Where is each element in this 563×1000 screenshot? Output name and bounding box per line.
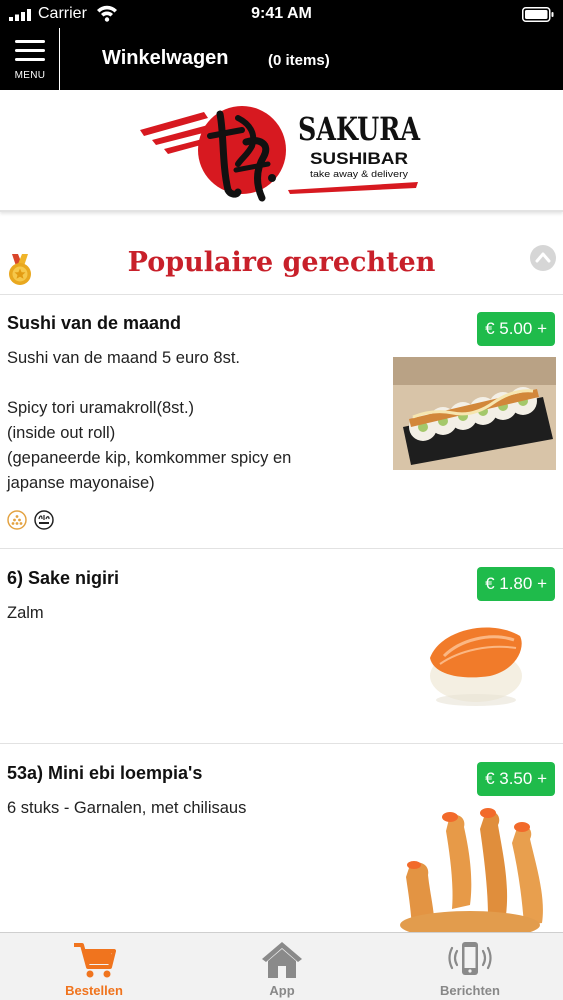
dish-card[interactable]: 6) Sake nigiri € 1.80 + Zalm: [0, 550, 563, 744]
bottom-tab-bar: Bestellen App Berichten: [0, 932, 563, 1000]
dish-description: Zalm: [7, 604, 44, 622]
dish-name: 6) Sake nigiri: [7, 568, 120, 588]
dish-card[interactable]: Sushi van de maand € 5.00 + Sushi van de…: [0, 295, 563, 549]
tab-label: Bestellen: [65, 983, 123, 998]
logo-name: SAKURA: [298, 110, 421, 148]
sakura-logo: SAKURA SUSHIBAR take away & delivery: [140, 106, 421, 202]
logo-sub: SUSHIBAR: [310, 149, 408, 168]
add-price-button[interactable]: € 5.00 +: [477, 312, 555, 346]
chevron-up-icon: [535, 252, 551, 263]
menu-button[interactable]: MENU: [0, 28, 60, 90]
collapse-button[interactable]: [530, 245, 556, 271]
tab-label: App: [269, 983, 295, 998]
home-icon: [262, 942, 302, 978]
cart-icon: [74, 943, 116, 978]
app-header: Carrier 9:41 AM MENU Winkelwagen (0 item…: [0, 0, 563, 90]
dish-description: Sushi van de maand 5 euro 8st. Spicy tor…: [7, 349, 292, 492]
clock: 9:41 AM: [251, 5, 312, 22]
popular-dishes-header: Populaire gerechten: [0, 235, 563, 295]
salmon-nigiri-image: [430, 627, 522, 706]
restaurant-banner: SAKURA SUSHIBAR take away & delivery: [0, 90, 563, 212]
status-bar: Carrier 9:41 AM: [0, 0, 563, 28]
battery-icon: [522, 7, 554, 22]
sesame-icon: [7, 510, 27, 530]
menu-label: MENU: [14, 70, 46, 81]
add-price-button[interactable]: € 3.50 +: [477, 762, 555, 796]
cart-count: (0 items): [268, 52, 330, 69]
tab-app[interactable]: App: [188, 933, 376, 1000]
dish-name: 53a) Mini ebi loempia's: [7, 763, 203, 783]
hamburger-icon: [15, 40, 45, 62]
sushi-roll-image: [393, 357, 556, 470]
tab-bestellen[interactable]: Bestellen: [0, 933, 188, 1000]
page-title: Winkelwagen: [102, 47, 229, 69]
dish-card[interactable]: 53a) Mini ebi loempia's € 3.50 + 6 stuks…: [0, 745, 563, 935]
section-title: Populaire gerechten: [127, 247, 436, 278]
dish-name: Sushi van de maand: [7, 313, 182, 333]
phone-icon: [448, 942, 492, 975]
tab-berichten[interactable]: Berichten: [376, 933, 563, 1000]
logo-tagline: take away & delivery: [310, 169, 409, 179]
halal-icon: [34, 510, 55, 530]
tab-label: Berichten: [440, 983, 500, 998]
dietary-badges: [7, 510, 57, 530]
dish-description: 6 stuks - Garnalen, met chilisaus: [7, 799, 247, 817]
fried-shrimp-image: [400, 808, 543, 935]
add-price-button[interactable]: € 1.80 +: [477, 567, 555, 601]
